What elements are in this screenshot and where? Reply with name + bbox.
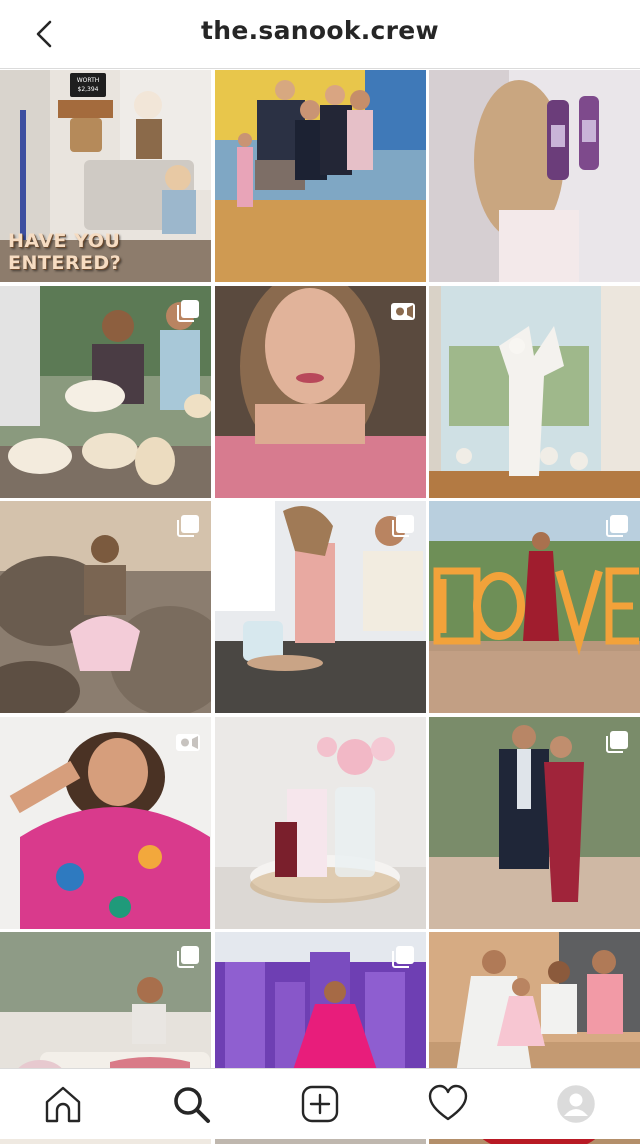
carousel-icon (177, 946, 199, 968)
carousel-icon (606, 515, 628, 537)
post-tile[interactable] (214, 285, 426, 498)
post-tile[interactable] (429, 501, 640, 713)
carousel-icon (391, 515, 414, 537)
post-tile[interactable] (214, 501, 426, 713)
post-overlay-text: HAVE YOU ENTERED? (8, 230, 122, 274)
nav-activity-button[interactable] (427, 1083, 469, 1125)
nav-search-button[interactable] (170, 1083, 212, 1125)
post-tile[interactable] (0, 501, 211, 713)
bottom-navigation (0, 1068, 640, 1139)
carousel-icon (177, 515, 199, 537)
post-tile[interactable]: WORTH $2,394 HAVE YOU ENTERED? (0, 70, 211, 282)
post-tile[interactable] (214, 70, 426, 282)
new-post-icon (301, 1085, 339, 1123)
home-icon (45, 1086, 81, 1123)
post-tile[interactable] (0, 285, 211, 498)
post-photo (214, 716, 426, 929)
post-tile[interactable] (214, 716, 426, 929)
post-photo (429, 70, 640, 282)
nav-profile-button[interactable] (555, 1083, 597, 1125)
heart-icon (428, 1084, 468, 1121)
post-tile[interactable] (429, 70, 640, 282)
nav-home-button[interactable] (42, 1083, 84, 1125)
post-photo (214, 70, 426, 282)
post-tile[interactable] (429, 716, 640, 929)
video-icon (176, 733, 200, 751)
video-icon (390, 302, 415, 320)
nav-new-post-button[interactable] (299, 1083, 341, 1125)
carousel-icon (177, 299, 199, 322)
price-sign: WORTH $2,394 (70, 73, 106, 97)
profile-username-title: the.sanook.crew (201, 16, 439, 45)
carousel-icon (606, 730, 628, 753)
post-tile[interactable] (429, 285, 640, 498)
carousel-icon (391, 946, 414, 968)
top-bar: the.sanook.crew (0, 0, 640, 69)
post-tile[interactable] (0, 716, 211, 929)
posts-grid: WORTH $2,394 HAVE YOU ENTERED? (0, 70, 640, 1144)
sign-text: WORTH $2,394 (76, 77, 100, 93)
post-photo (429, 285, 640, 498)
profile-avatar-icon (557, 1085, 595, 1123)
search-icon (174, 1087, 210, 1123)
